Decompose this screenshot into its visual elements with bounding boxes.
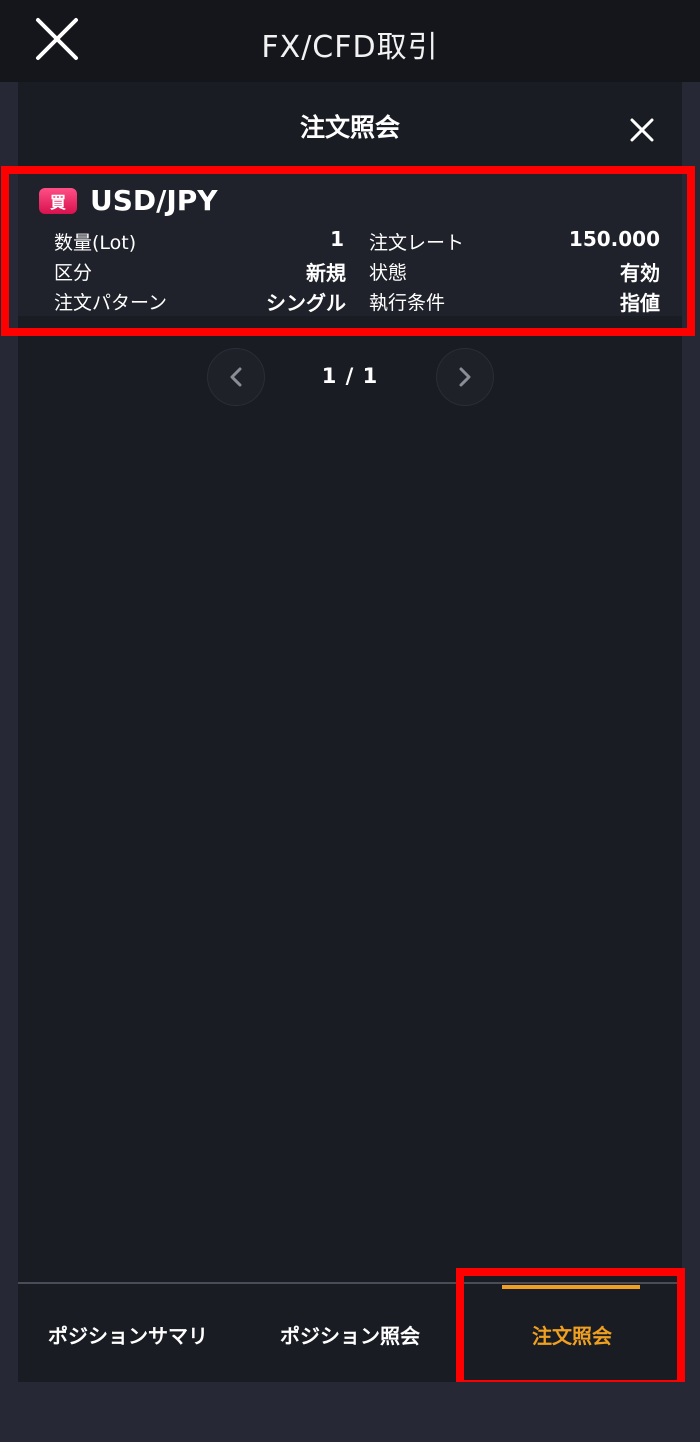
pager-prev-button[interactable] xyxy=(207,348,265,406)
order-symbol: USD/JPY xyxy=(90,184,218,217)
order-rate-label: 注文レート xyxy=(369,232,465,254)
status-label: 状態 xyxy=(369,262,408,284)
quantity-label: 数量(Lot) xyxy=(54,232,137,254)
pager-next-button[interactable] xyxy=(436,348,494,406)
tab-position-summary[interactable]: ポジションサマリ xyxy=(18,1286,238,1382)
pager-indicator: 1 / 1 xyxy=(321,364,379,388)
buy-badge: 買 xyxy=(39,188,77,214)
status-value: 有効 xyxy=(620,261,660,285)
close-icon xyxy=(630,118,654,142)
execution-condition-label: 執行条件 xyxy=(369,292,446,314)
panel-title: 注文照会 xyxy=(299,113,400,142)
chevron-right-icon xyxy=(459,367,471,387)
category-value: 新規 xyxy=(306,261,346,285)
top-bar: FX/CFD取引 xyxy=(0,0,700,82)
execution-condition-value: 指値 xyxy=(620,291,660,315)
tab-divider xyxy=(18,1282,682,1284)
order-rate-value: 150.000 xyxy=(568,227,660,251)
bottom-strip xyxy=(0,1382,700,1442)
tab-order-inquiry[interactable]: 注文照会 xyxy=(462,1286,682,1382)
category-label: 区分 xyxy=(54,262,93,284)
order-pattern-value: シングル xyxy=(266,291,346,315)
panel-header: 注文照会 xyxy=(18,82,682,168)
chevron-left-icon xyxy=(230,367,242,387)
quantity-value: 1 xyxy=(330,227,344,251)
app-title: FX/CFD取引 xyxy=(261,30,439,65)
panel-close-button[interactable] xyxy=(622,112,662,148)
order-pattern-label: 注文パターン xyxy=(54,292,168,314)
tab-position-inquiry[interactable]: ポジション照会 xyxy=(238,1286,462,1382)
